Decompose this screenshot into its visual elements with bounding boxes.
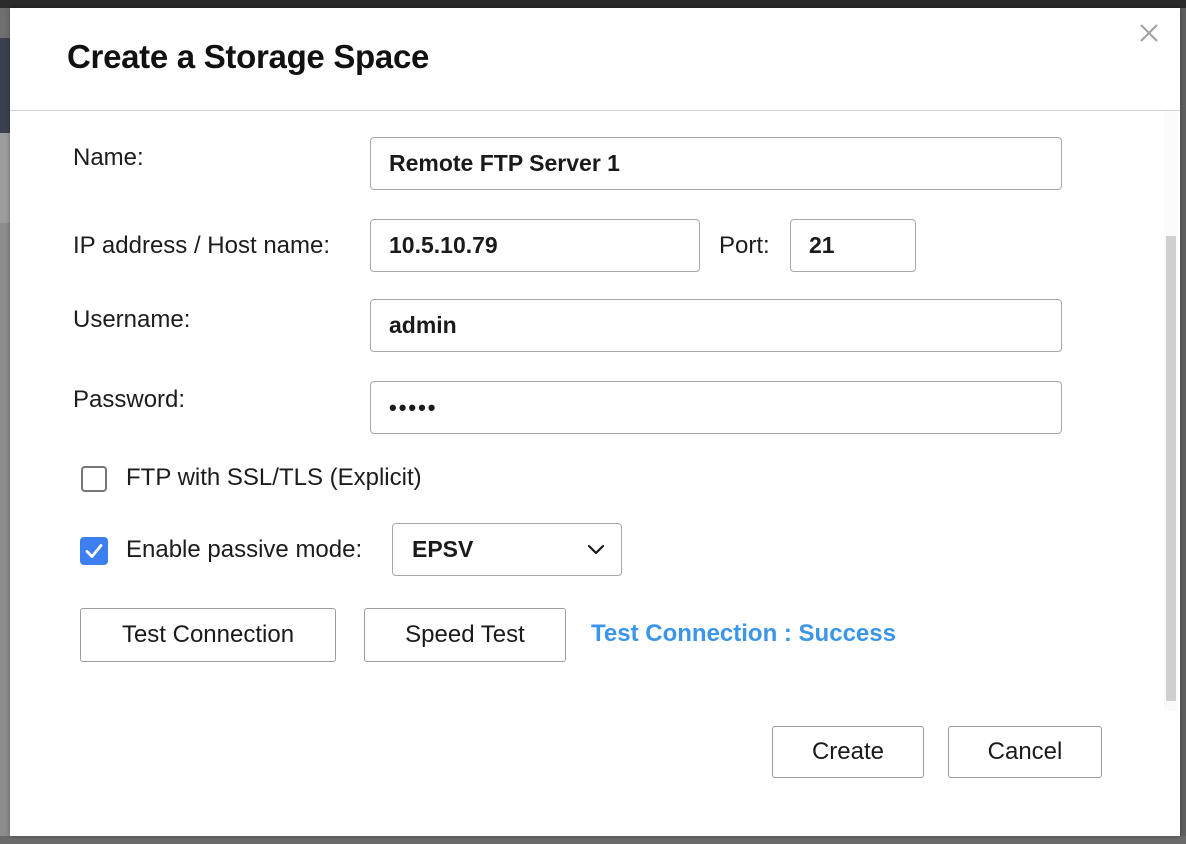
- test-connection-button[interactable]: Test Connection: [80, 608, 336, 662]
- create-button[interactable]: Create: [772, 726, 924, 778]
- cancel-button[interactable]: Cancel: [948, 726, 1102, 778]
- dialog-scrollbar[interactable]: [1164, 111, 1178, 711]
- password-input[interactable]: •••••: [370, 381, 1062, 434]
- host-label: IP address / Host name:: [73, 232, 331, 259]
- background-right-edge: [1180, 8, 1186, 844]
- create-storage-space-dialog: Create a Storage Space Name: Remote FTP …: [10, 8, 1180, 836]
- port-label: Port:: [719, 232, 770, 259]
- passive-mode-checkbox[interactable]: [80, 537, 108, 565]
- host-input[interactable]: 10.5.10.79: [370, 219, 700, 272]
- password-label: Password:: [73, 386, 186, 413]
- passive-mode-value: EPSV: [412, 536, 474, 562]
- passive-mode-label: Enable passive mode:: [126, 536, 363, 563]
- background-topbar: [0, 0, 1186, 8]
- port-input[interactable]: 21: [790, 219, 916, 272]
- background-bottom-edge: [0, 836, 1186, 844]
- chevron-down-icon: [587, 544, 605, 555]
- connection-status: Test Connection : Success: [591, 620, 896, 647]
- scrollbar-thumb[interactable]: [1166, 236, 1176, 701]
- passive-mode-select[interactable]: EPSV: [392, 523, 622, 576]
- ssl-label: FTP with SSL/TLS (Explicit): [126, 464, 422, 491]
- dialog-header: Create a Storage Space: [10, 8, 1180, 111]
- background-sidebar-edge: [0, 38, 10, 844]
- dialog-title: Create a Storage Space: [67, 38, 430, 75]
- username-input[interactable]: admin: [370, 299, 1062, 352]
- name-input[interactable]: Remote FTP Server 1: [370, 137, 1062, 190]
- checkmark-icon: [85, 544, 103, 558]
- close-icon: [1140, 24, 1158, 42]
- name-label: Name:: [73, 144, 144, 171]
- username-label: Username:: [73, 306, 191, 333]
- speed-test-button[interactable]: Speed Test: [364, 608, 566, 662]
- ssl-checkbox[interactable]: [81, 466, 107, 492]
- close-button[interactable]: [1136, 20, 1162, 46]
